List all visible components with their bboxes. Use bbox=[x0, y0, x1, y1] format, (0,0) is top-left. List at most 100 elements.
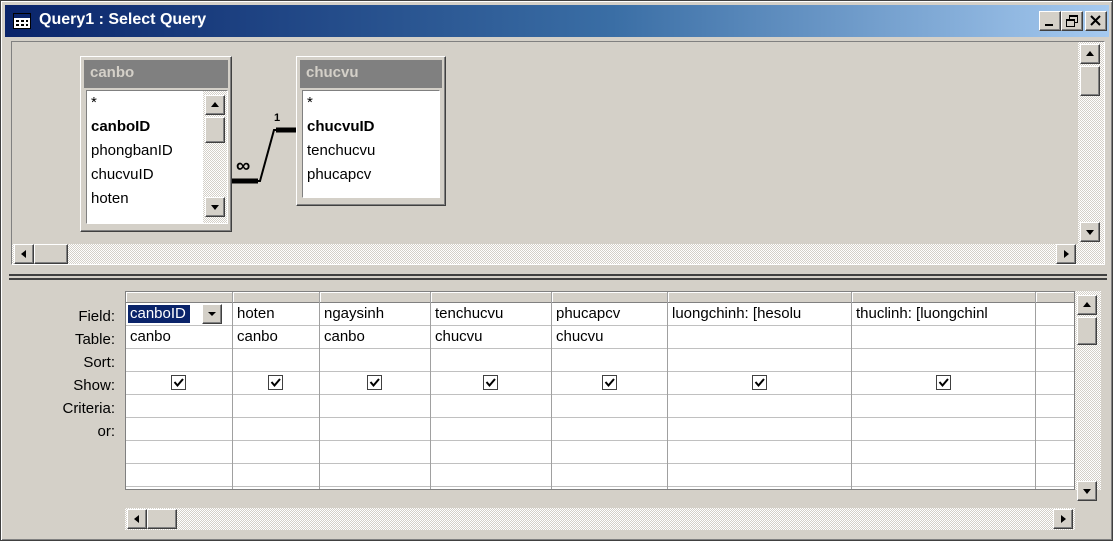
field-cell[interactable]: hoten bbox=[233, 303, 319, 326]
sort-cell[interactable] bbox=[320, 349, 430, 372]
criteria-cell[interactable] bbox=[320, 395, 430, 418]
show-cell[interactable] bbox=[668, 372, 851, 395]
table-pane-scroll-up-button[interactable] bbox=[1080, 44, 1100, 64]
canbo-table-title[interactable]: canbo bbox=[84, 60, 228, 88]
grid-vscroll-thumb[interactable] bbox=[1077, 317, 1097, 345]
show-checkbox[interactable] bbox=[751, 375, 767, 390]
criteria-cell[interactable] bbox=[552, 395, 667, 418]
show-cell[interactable] bbox=[1036, 372, 1074, 395]
or-cell[interactable] bbox=[320, 441, 430, 464]
minimize-button[interactable] bbox=[1039, 11, 1061, 31]
sort-cell[interactable] bbox=[552, 349, 667, 372]
table-pane-scroll-right-button[interactable] bbox=[1056, 244, 1076, 264]
close-button[interactable] bbox=[1085, 11, 1107, 31]
show-cell[interactable] bbox=[233, 372, 319, 395]
column-selector[interactable] bbox=[552, 292, 667, 303]
sort-cell[interactable] bbox=[668, 349, 851, 372]
field-cell[interactable] bbox=[1036, 303, 1074, 326]
grid-column[interactable]: thuclinh: [luongchinl bbox=[852, 292, 1036, 489]
grid-hscroll[interactable] bbox=[125, 508, 1075, 530]
show-checkbox[interactable] bbox=[367, 375, 382, 390]
table-pane-scroll-left-button[interactable] bbox=[14, 244, 34, 264]
or-cell[interactable] bbox=[126, 418, 232, 441]
or-cell[interactable] bbox=[552, 441, 667, 464]
title-bar[interactable]: Query1 : Select Query bbox=[5, 5, 1109, 37]
or-cell[interactable] bbox=[852, 441, 1035, 464]
show-checkbox[interactable] bbox=[483, 375, 498, 390]
or-cell[interactable] bbox=[668, 418, 851, 441]
show-checkbox[interactable] bbox=[935, 375, 951, 390]
criteria-cell[interactable] bbox=[852, 395, 1035, 418]
or-cell[interactable] bbox=[431, 441, 551, 464]
criteria-cell[interactable] bbox=[233, 395, 319, 418]
canbo-fields[interactable]: * canboID phongbanID chucvuID hoten bbox=[86, 90, 228, 224]
criteria-cell[interactable] bbox=[1036, 395, 1074, 418]
show-cell[interactable] bbox=[126, 372, 232, 395]
table-cell[interactable]: canbo bbox=[233, 326, 319, 349]
sort-cell[interactable] bbox=[431, 349, 551, 372]
table-cell[interactable] bbox=[852, 326, 1035, 349]
table-cell[interactable]: canbo bbox=[320, 326, 430, 349]
field-cell-value[interactable]: canboID bbox=[128, 305, 190, 323]
table-pane-hscroll-thumb[interactable] bbox=[34, 244, 68, 264]
table-cell[interactable]: chucvu bbox=[552, 326, 667, 349]
chucvu-field-list[interactable]: chucvu * chucvuID tenchucvu phucapcv bbox=[296, 56, 446, 206]
or-cell[interactable] bbox=[552, 464, 667, 487]
grid-column[interactable]: ngaysinh canbo bbox=[320, 292, 431, 489]
show-cell[interactable] bbox=[552, 372, 667, 395]
grid-column[interactable]: phucapcv chucvu bbox=[552, 292, 668, 489]
canbo-scroll-down-button[interactable] bbox=[205, 197, 225, 217]
restore-button[interactable] bbox=[1061, 11, 1083, 31]
table-cell[interactable]: chucvu bbox=[431, 326, 551, 349]
or-cell[interactable] bbox=[1036, 418, 1074, 441]
show-cell[interactable] bbox=[431, 372, 551, 395]
sort-cell[interactable] bbox=[852, 349, 1035, 372]
field-cell[interactable]: luongchinh: [hesolu bbox=[668, 303, 851, 326]
chucvu-field[interactable]: * bbox=[303, 91, 439, 115]
sort-cell[interactable] bbox=[233, 349, 319, 372]
or-cell[interactable] bbox=[1036, 464, 1074, 487]
criteria-cell[interactable] bbox=[668, 395, 851, 418]
or-cell[interactable] bbox=[233, 418, 319, 441]
or-cell[interactable] bbox=[852, 464, 1035, 487]
field-cell[interactable]: canboID bbox=[126, 303, 232, 326]
grid-scroll-up-button[interactable] bbox=[1077, 295, 1097, 315]
or-cell[interactable] bbox=[552, 418, 667, 441]
show-checkbox[interactable] bbox=[268, 375, 283, 390]
or-cell[interactable] bbox=[320, 418, 430, 441]
field-cell[interactable]: ngaysinh bbox=[320, 303, 430, 326]
column-selector[interactable] bbox=[126, 292, 232, 303]
table-pane-hscroll[interactable] bbox=[12, 244, 1078, 264]
column-selector[interactable] bbox=[431, 292, 551, 303]
column-selector[interactable] bbox=[668, 292, 851, 303]
grid-scroll-right-button[interactable] bbox=[1053, 509, 1073, 529]
column-selector[interactable] bbox=[320, 292, 430, 303]
column-selector[interactable] bbox=[852, 292, 1035, 303]
or-cell[interactable] bbox=[233, 464, 319, 487]
chucvu-field[interactable]: phucapcv bbox=[303, 163, 439, 187]
table-pane-scroll-down-button[interactable] bbox=[1080, 222, 1100, 242]
canbo-field-list[interactable]: canbo * canboID phongbanID chucvuID hote… bbox=[80, 56, 232, 232]
or-cell[interactable] bbox=[320, 464, 430, 487]
criteria-cell[interactable] bbox=[126, 395, 232, 418]
sort-cell[interactable] bbox=[126, 349, 232, 372]
or-cell[interactable] bbox=[668, 441, 851, 464]
show-checkbox[interactable] bbox=[171, 375, 186, 390]
show-cell[interactable] bbox=[320, 372, 430, 395]
column-selector[interactable] bbox=[1036, 292, 1074, 303]
design-grid[interactable]: canboID canbo hoten canbo ngaysinh canbo… bbox=[125, 291, 1075, 490]
pane-splitter[interactable] bbox=[9, 274, 1107, 280]
chucvu-table-title[interactable]: chucvu bbox=[300, 60, 442, 88]
grid-scroll-left-button[interactable] bbox=[127, 509, 147, 529]
grid-column[interactable]: tenchucvu chucvu bbox=[431, 292, 552, 489]
grid-scroll-down-button[interactable] bbox=[1077, 481, 1097, 501]
field-cell[interactable]: phucapcv bbox=[552, 303, 667, 326]
or-cell[interactable] bbox=[852, 418, 1035, 441]
field-cell[interactable]: tenchucvu bbox=[431, 303, 551, 326]
or-cell[interactable] bbox=[233, 441, 319, 464]
chucvu-field[interactable]: tenchucvu bbox=[303, 139, 439, 163]
criteria-cell[interactable] bbox=[431, 395, 551, 418]
or-cell[interactable] bbox=[1036, 441, 1074, 464]
grid-column[interactable]: luongchinh: [hesolu bbox=[668, 292, 852, 489]
grid-column[interactable] bbox=[1036, 292, 1074, 489]
